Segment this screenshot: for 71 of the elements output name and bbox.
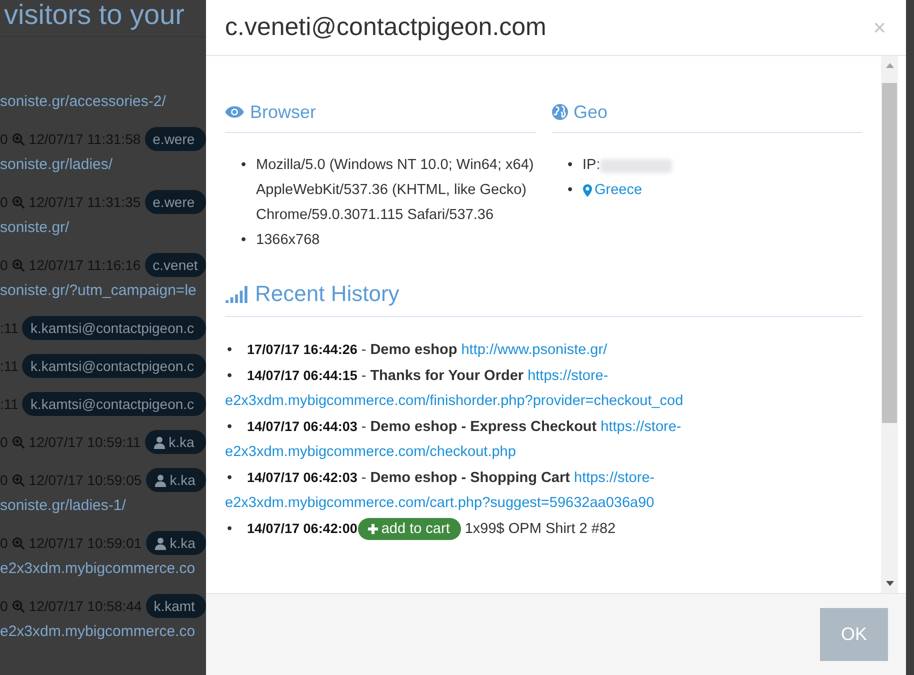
bullet: •: [226, 418, 234, 437]
bullet: •: [240, 156, 248, 175]
user-pill[interactable]: c.venet: [144, 253, 206, 277]
page-url-link[interactable]: https://store-: [528, 368, 608, 384]
ip-label: IP:: [582, 156, 600, 175]
page-link[interactable]: soniste.gr/?utm_campaign=le: [0, 282, 196, 299]
event-detail: 1x99$ OPM Shirt 2 #82: [464, 521, 616, 537]
page-link[interactable]: e2x3xdm.mybigcommerce.co: [0, 560, 196, 577]
bullet: •: [226, 367, 234, 386]
eye-icon: [225, 106, 244, 118]
user-pill[interactable]: k.ka: [146, 468, 206, 492]
bullet: •: [240, 231, 248, 250]
user-pill[interactable]: k.kamtsi@contactpigeon.c: [22, 392, 206, 416]
zoom-in-icon[interactable]: [12, 132, 25, 146]
bullet: •: [226, 520, 234, 539]
bullet: •: [226, 469, 234, 488]
user-pill[interactable]: e.were: [144, 127, 206, 151]
location-link[interactable]: Greece: [594, 178, 642, 203]
section-heading: Browser: [250, 101, 316, 123]
browser-info: Mozilla/5.0 (Windows NT 10.0; Win64; x64) AppleWebKit/537.36 (KHTML, like Gecko) Chrome/59.0.3071.115 Safari/537.36: [256, 156, 535, 225]
globe-icon: [552, 104, 568, 120]
history-time: 14/07/17 06:44:03: [247, 419, 358, 434]
history-time: 14/07/17 06:42:00: [247, 521, 358, 536]
section-heading: Geo: [574, 101, 608, 123]
browser-info: 1366x768: [256, 231, 320, 250]
page-url-link[interactable]: http://www.psoniste.gr/: [461, 342, 608, 358]
zoom-in-icon[interactable]: [12, 436, 25, 448]
page-link[interactable]: soniste.gr/accessories-2/: [0, 93, 166, 110]
zoom-in-icon[interactable]: [12, 600, 25, 612]
separator-dash: -: [361, 419, 366, 435]
page-title: Demo eshop - Express Checkout: [370, 419, 597, 435]
separator-dash: -: [361, 342, 366, 358]
section-heading: Recent History: [255, 281, 400, 307]
user-pill[interactable]: k.ka: [144, 430, 206, 454]
user-pill[interactable]: k.kamtsi@contactpigeon.c: [22, 354, 206, 378]
page-title: Demo eshop: [370, 342, 458, 358]
page-url-link[interactable]: e2x3xdm.mybigcommerce.com/finishorder.php?provider=checkout_cod: [225, 393, 684, 409]
page-url-link[interactable]: https://store-: [600, 419, 682, 435]
zoom-in-icon[interactable]: [12, 474, 25, 486]
scrollbar[interactable]: [881, 56, 898, 593]
zoom-in-icon[interactable]: [12, 196, 25, 208]
page-link[interactable]: soniste.gr/: [0, 219, 70, 236]
history-time: 14/07/17 06:42:03: [247, 470, 358, 485]
page-link[interactable]: soniste.gr/ladies/: [0, 156, 113, 173]
user-pill[interactable]: e.were: [144, 190, 206, 214]
event-badge: add to cart: [358, 518, 461, 540]
page-link[interactable]: e2x3xdm.mybigcommerce.co: [0, 623, 196, 640]
bullet: •: [226, 341, 234, 360]
separator-dash: -: [361, 470, 366, 486]
separator-dash: -: [361, 368, 366, 384]
bullet: •: [566, 156, 574, 175]
map-pin-icon: [582, 184, 592, 197]
page-title: Thanks for Your Order: [370, 368, 524, 384]
signal-bars-icon: [225, 286, 249, 302]
history-time: 14/07/17 06:44:15: [247, 368, 358, 383]
zoom-in-icon[interactable]: [12, 258, 25, 272]
user-pill[interactable]: k.kamt: [146, 594, 206, 618]
zoom-in-icon[interactable]: [12, 536, 25, 550]
page-url-link[interactable]: https://store-: [574, 470, 655, 486]
user-icon: [154, 474, 167, 486]
history-time: 17/07/17 16:44:26: [247, 342, 358, 357]
user-icon: [154, 536, 167, 550]
user-pill[interactable]: k.kamtsi@contactpigeon.c: [22, 316, 206, 340]
page-url-link[interactable]: e2x3xdm.mybigcommerce.com/checkout.php: [225, 444, 516, 460]
user-icon: [152, 436, 166, 448]
page-title: Demo eshop - Shopping Cart: [370, 470, 570, 486]
bullet: •: [566, 181, 574, 200]
page-url-link[interactable]: e2x3xdm.mybigcommerce.com/cart.php?suggest=59632aa036a90: [225, 495, 654, 511]
user-pill[interactable]: k.ka: [146, 531, 206, 555]
modal-title: c.veneti@contactpigeon.com: [225, 13, 546, 42]
page-link[interactable]: soniste.gr/ladies-1/: [0, 497, 126, 514]
